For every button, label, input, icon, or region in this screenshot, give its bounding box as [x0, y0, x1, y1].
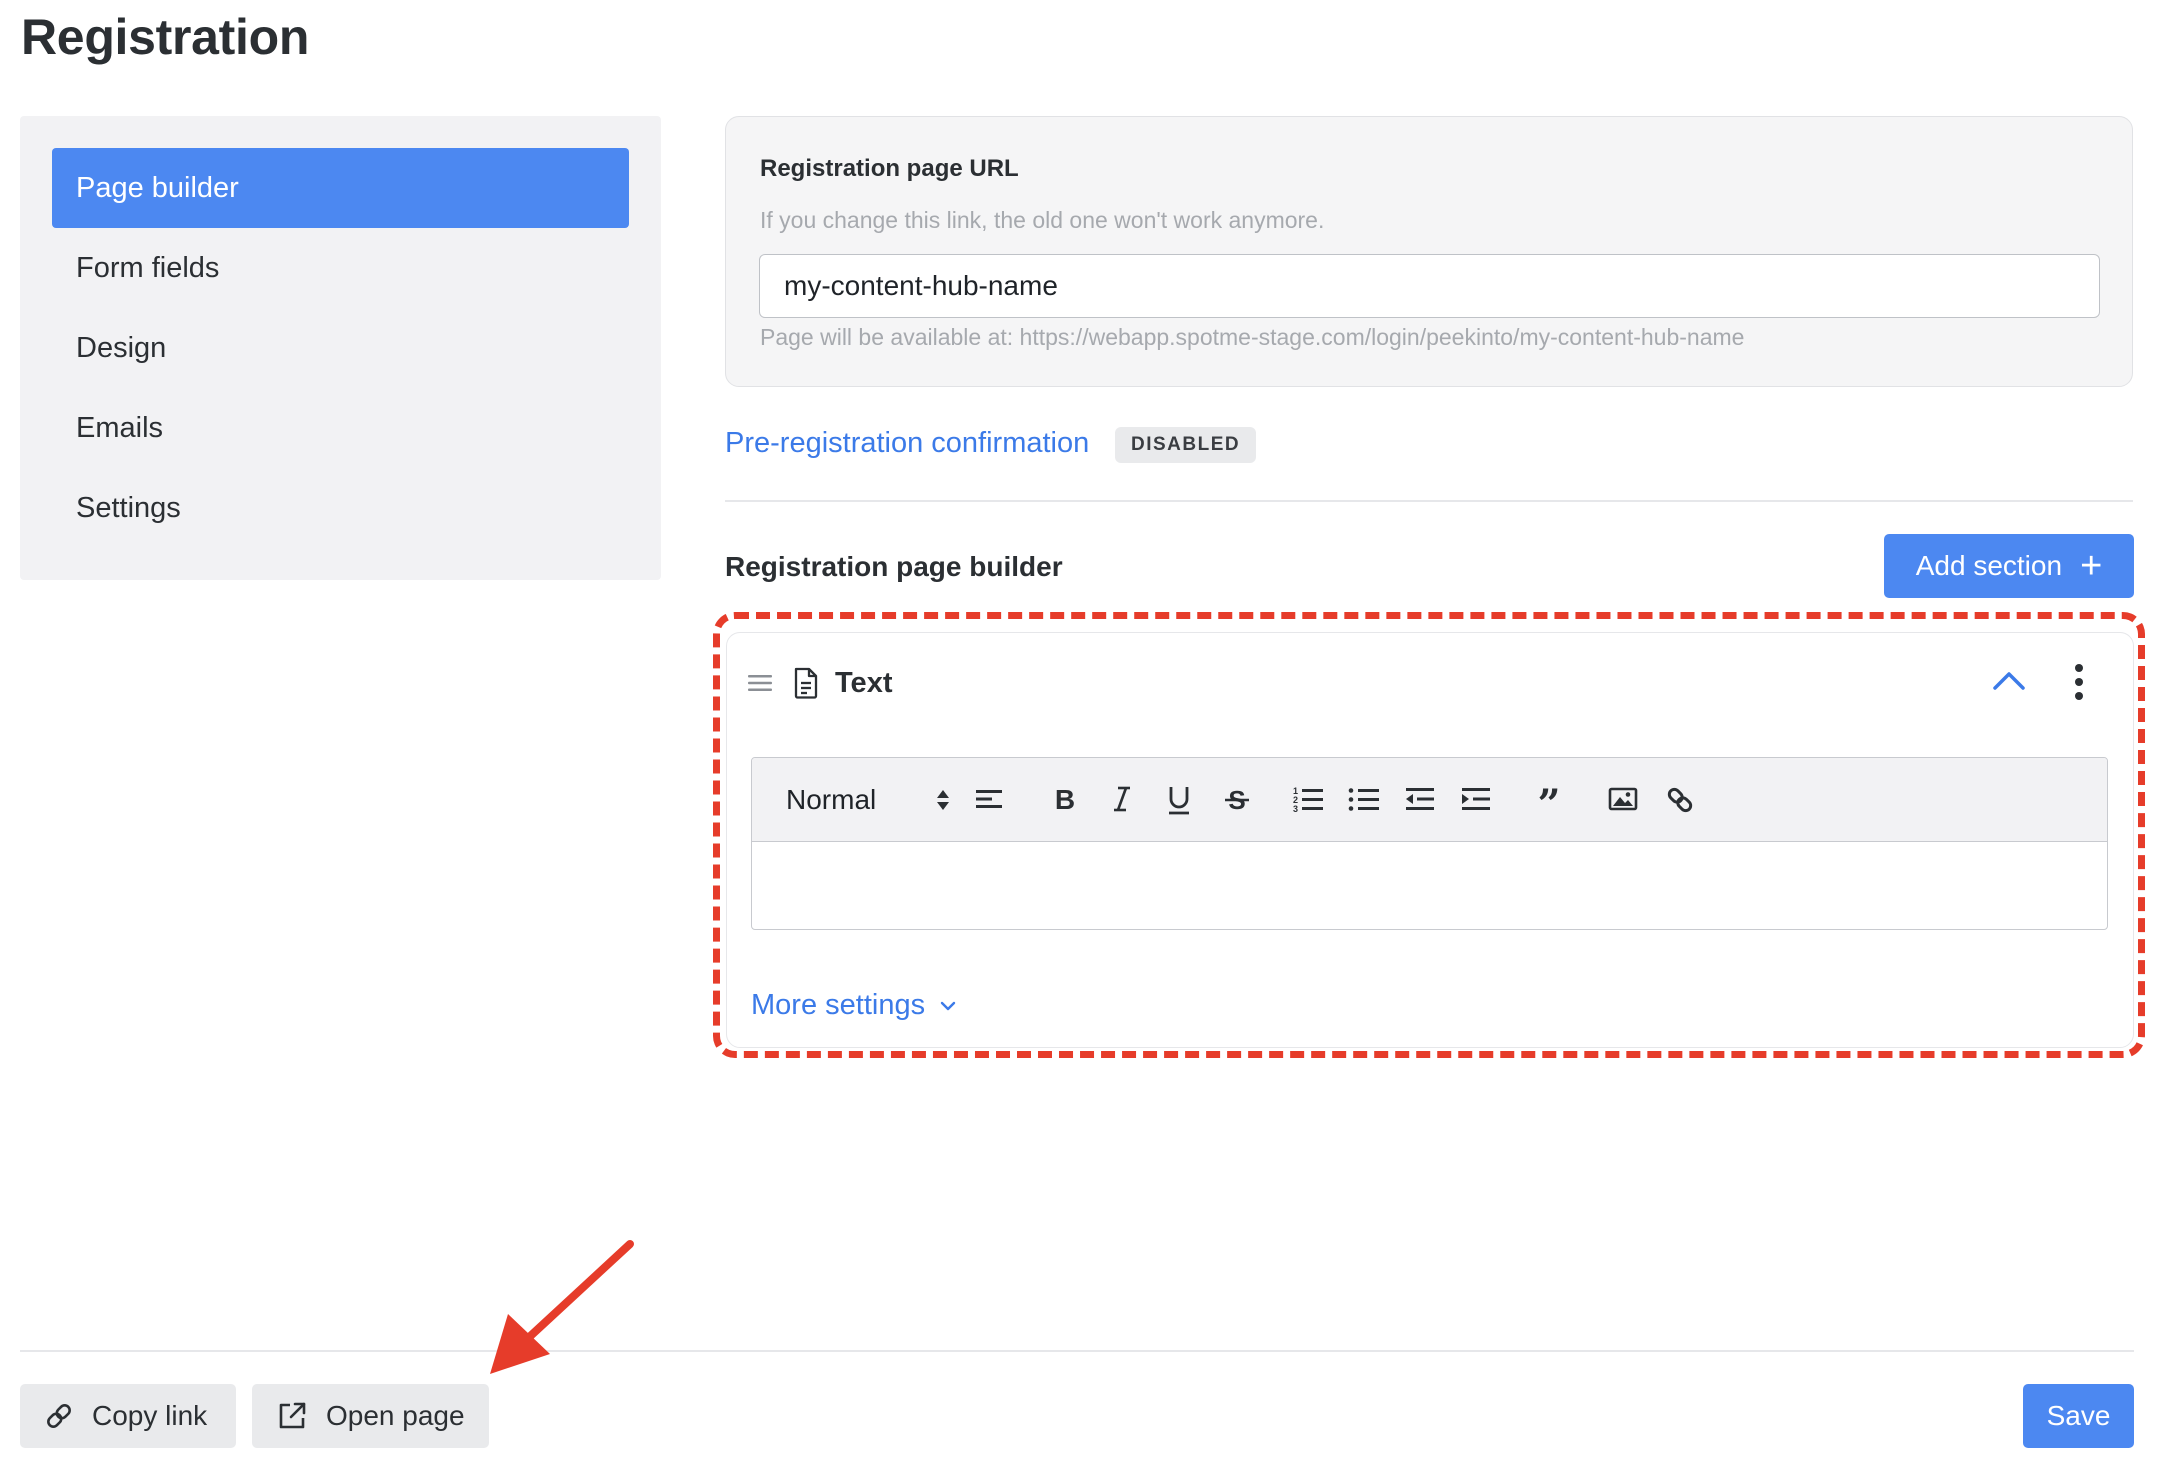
plus-icon: +	[2080, 545, 2103, 587]
chevron-down-icon	[940, 1001, 956, 1010]
url-slug-input[interactable]	[759, 254, 2100, 318]
sidebar-item-emails[interactable]: Emails	[52, 388, 629, 468]
text-section-card: Text Normal B S 1 2 3 ” More settings	[726, 632, 2134, 1048]
builder-title: Registration page builder	[725, 551, 1063, 582]
editor-content-area[interactable]	[752, 842, 2107, 929]
indent-icon[interactable]	[1460, 784, 1492, 814]
registration-url-card: Registration page URL If you change this…	[725, 116, 2133, 387]
annotation-arrow-icon	[490, 1240, 634, 1374]
svg-text:3: 3	[1293, 804, 1298, 814]
text-style-select[interactable]: Normal	[786, 784, 876, 816]
copy-link-button[interactable]: Copy link	[20, 1384, 236, 1448]
rich-text-editor: Normal B S 1 2 3 ”	[751, 757, 2108, 930]
save-button[interactable]: Save	[2023, 1384, 2134, 1448]
link-icon[interactable]	[1664, 784, 1696, 816]
sidebar-item-settings[interactable]: Settings	[52, 468, 629, 548]
external-link-icon	[279, 1402, 306, 1429]
sidebar-item-form-fields[interactable]: Form fields	[52, 228, 629, 308]
svg-text:B: B	[1055, 784, 1075, 814]
more-settings-toggle[interactable]: More settings	[751, 989, 957, 1022]
select-arrows-icon[interactable]	[936, 788, 950, 812]
svg-text:”: ”	[1537, 784, 1560, 814]
editor-toolbar: Normal B S 1 2 3 ”	[752, 758, 2107, 842]
open-page-label: Open page	[326, 1400, 465, 1431]
sidebar-item-design[interactable]: Design	[52, 308, 629, 388]
image-icon[interactable]	[1608, 784, 1638, 814]
status-badge: DISABLED	[1115, 427, 1257, 463]
sidebar: Page builder Form fields Design Emails S…	[20, 116, 661, 580]
align-left-icon[interactable]	[974, 784, 1004, 814]
bold-icon[interactable]: B	[1050, 784, 1080, 814]
url-field-label: Registration page URL	[760, 155, 1019, 182]
sidebar-item-page-builder[interactable]: Page builder	[52, 148, 629, 228]
ordered-list-icon[interactable]: 1 2 3	[1292, 784, 1324, 814]
section-name: Text	[835, 667, 893, 699]
footer-divider	[20, 1350, 2134, 1352]
copy-link-label: Copy link	[92, 1400, 208, 1431]
divider	[725, 500, 2133, 502]
add-section-label: Add section	[1915, 550, 2063, 581]
italic-icon[interactable]	[1107, 784, 1137, 814]
more-options-icon[interactable]	[2073, 663, 2085, 701]
more-settings-label: More settings	[751, 989, 926, 1021]
add-section-button[interactable]: Add section +	[1884, 534, 2134, 598]
page-title: Registration	[21, 9, 310, 65]
open-page-button[interactable]: Open page	[252, 1384, 489, 1448]
bullet-list-icon[interactable]	[1348, 784, 1380, 814]
drag-handle-icon[interactable]	[747, 673, 773, 693]
chevron-up-icon[interactable]	[1992, 669, 2026, 691]
document-icon	[794, 667, 818, 699]
link-icon	[47, 1404, 71, 1428]
pre-registration-link[interactable]: Pre-registration confirmation	[725, 427, 1089, 460]
blockquote-icon[interactable]: ”	[1534, 784, 1564, 814]
url-available-text: Page will be available at: https://webap…	[760, 324, 1745, 350]
outdent-icon[interactable]	[1404, 784, 1436, 814]
url-field-hint: If you change this link, the old one won…	[760, 207, 1325, 233]
strikethrough-icon[interactable]: S	[1222, 784, 1252, 814]
underline-icon[interactable]	[1164, 784, 1194, 816]
